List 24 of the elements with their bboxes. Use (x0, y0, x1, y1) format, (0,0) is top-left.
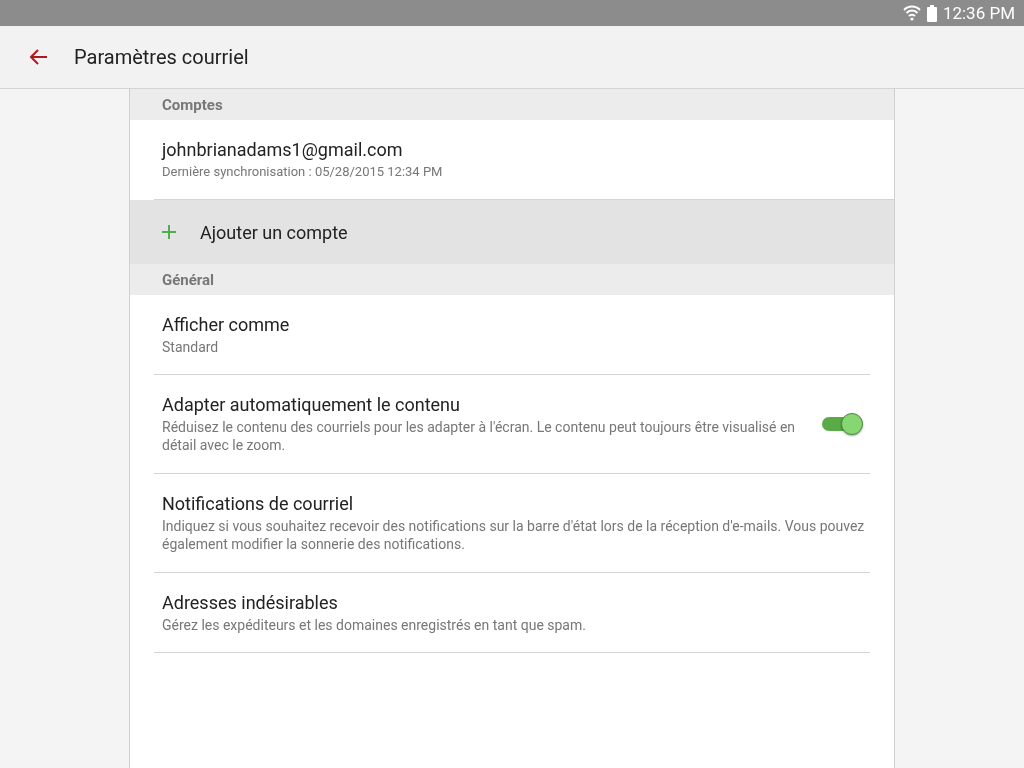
plus-icon (162, 225, 176, 239)
back-arrow-icon (28, 48, 48, 66)
setting-title: johnbrianadams1@gmail.com (162, 138, 404, 160)
setting-item[interactable]: Afficher comme Standard (154, 295, 870, 375)
setting-title: Notifications de courriel (162, 493, 355, 514)
battery-icon (926, 4, 937, 22)
setting-title: Adapter automatiquement le contenu (162, 394, 461, 415)
setting-item[interactable]: Notifications de courriel Indiquez si vous souhaitez recevoir des notifications sur la barre d'état lors de la réception d'e-mails. Vous pouvez également modifier la sonnerie des notifications. (154, 474, 870, 573)
setting-item[interactable]: Adresses indésirables Gérez les expéditeurs et les domaines enregistrés en tant que spam. (154, 573, 870, 653)
setting-description: Gérez les expéditeurs et les domaines enregistrés en tant que spam. (162, 615, 587, 634)
setting-item[interactable]: Adapter automatiquement le contenu Réduisez le contenu des courriels pour les adapter à l'écran. Le contenu peut toujours être visualisé en détail avec le zoom. (154, 375, 870, 474)
section-header: Général (130, 264, 894, 295)
setting-title: Afficher comme (162, 313, 291, 335)
setting-description: Dernière synchronisation : 05/28/2015 12:34 PM (162, 162, 444, 181)
screen-title: Paramètres courriel (74, 45, 249, 69)
section-header: Comptes (130, 89, 894, 120)
toggle-switch[interactable] (822, 412, 862, 436)
setting-description: Standard (162, 337, 220, 356)
clock-time: 12:36 PM (942, 3, 1015, 23)
setting-description: Indiquez si vous souhaitez recevoir des notifications sur la barre d'état lors de la réception d'e-mails. Vous pouvez également modifier la sonnerie des notifications. (162, 517, 866, 553)
wifi-icon (902, 5, 921, 21)
setting-title: Adresses indésirables (162, 591, 339, 613)
add-account-button[interactable]: Ajouter un compte (130, 200, 894, 264)
setting-description: Réduisez le contenu des courriels pour les adapter à l'écran. Le contenu peut toujours être visualisé en détail avec le zoom. (162, 418, 797, 454)
